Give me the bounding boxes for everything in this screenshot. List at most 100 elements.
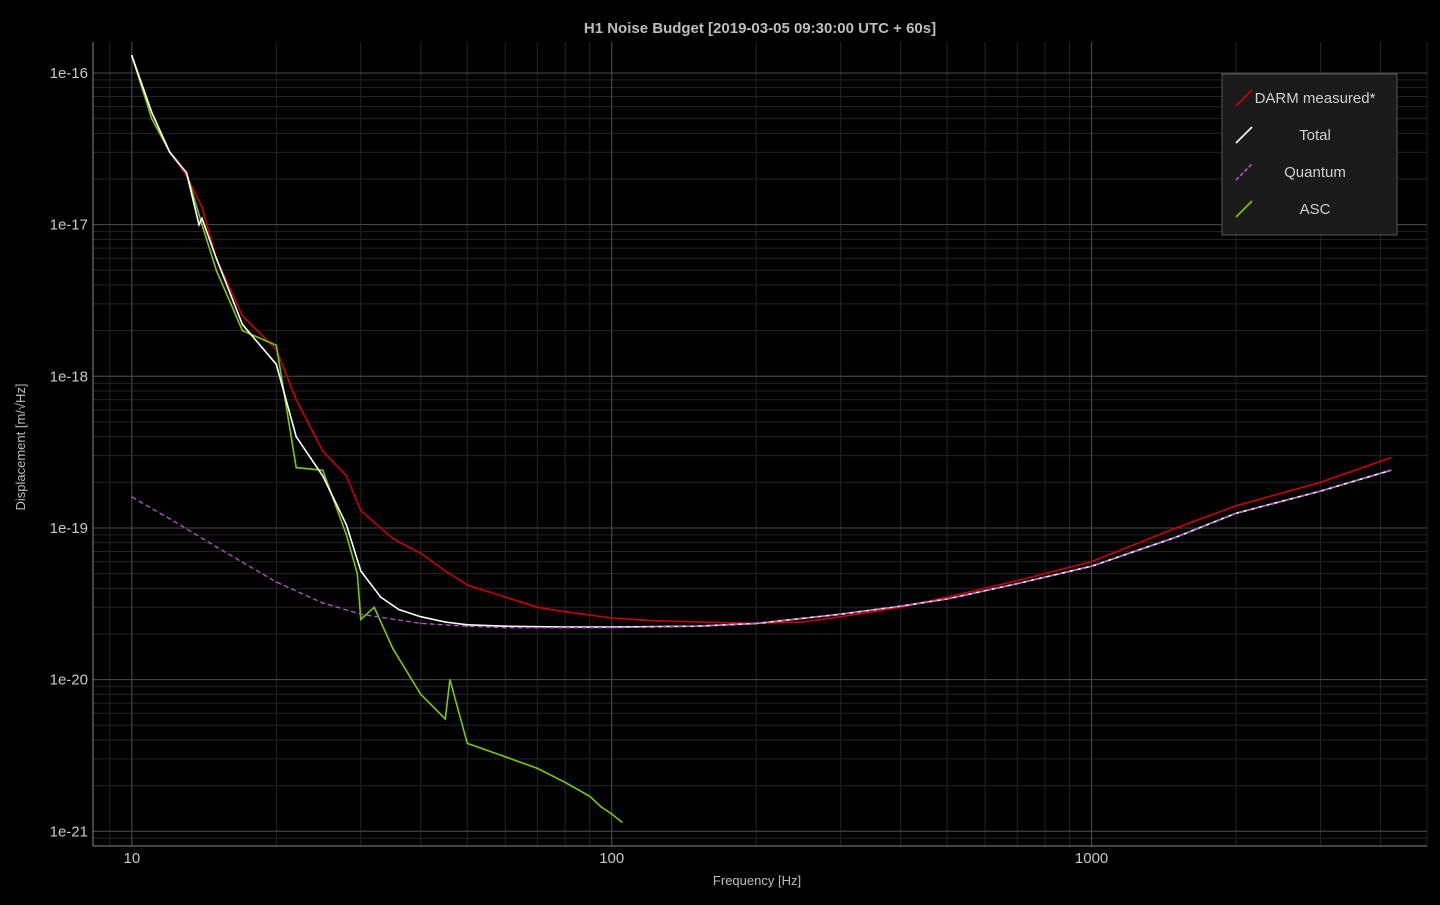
- series-point: [839, 613, 842, 616]
- series-point: [169, 151, 171, 154]
- series-point: [610, 626, 613, 629]
- series-point: [504, 755, 507, 758]
- series-point: [185, 171, 188, 174]
- x-tick-label: 100: [599, 850, 624, 867]
- series-point: [275, 581, 278, 583]
- series-point: [321, 450, 324, 453]
- noise-budget-chart: 10 100 1000 1e-21 1e-20 1e-19 1e-18 1e-17 1e-16 …: [0, 0, 1440, 900]
- series-point: [449, 678, 451, 681]
- series-point: [1235, 512, 1237, 515]
- series-point: [345, 475, 348, 477]
- x-tick-label: 10: [123, 850, 140, 867]
- series-point: [946, 596, 948, 598]
- y-tick-label: 1e-18: [50, 368, 88, 385]
- series-point: [1319, 481, 1322, 484]
- series-point: [359, 570, 362, 572]
- series-point: [419, 552, 422, 555]
- series-point: [504, 596, 507, 598]
- series-point: [755, 622, 757, 625]
- series-point: [215, 257, 218, 260]
- legend-label: ASC: [1300, 201, 1331, 218]
- series-point: [419, 622, 422, 625]
- series-point: [564, 626, 567, 629]
- series-point: [648, 619, 651, 622]
- series-point: [215, 269, 218, 272]
- series-point: [379, 596, 382, 598]
- series-point: [444, 621, 447, 623]
- series-point: [321, 475, 324, 477]
- series-point: [695, 621, 698, 623]
- series-point: [131, 54, 133, 57]
- series-point: [610, 617, 613, 619]
- series-point: [1175, 536, 1177, 538]
- series-point: [610, 813, 613, 815]
- series-point: [504, 626, 507, 629]
- series-point: [345, 523, 348, 526]
- series-point: [241, 323, 244, 326]
- y-axis-label: Displacement [m/√Hz]: [13, 383, 28, 510]
- series-point: [397, 608, 400, 611]
- series-point: [345, 534, 348, 536]
- series-point: [899, 605, 902, 607]
- series-point: [392, 647, 394, 650]
- x-axis-label: Frequency [Hz]: [713, 873, 801, 888]
- series-point: [536, 767, 539, 770]
- series-point: [621, 821, 623, 823]
- series-point: [295, 435, 297, 438]
- series-point: [201, 217, 203, 220]
- series-point: [466, 742, 469, 745]
- series-point: [1235, 505, 1237, 507]
- legend-label: Quantum: [1284, 164, 1346, 181]
- series-point: [201, 206, 203, 209]
- series-point: [1090, 560, 1093, 563]
- y-tick-label: 1e-17: [50, 217, 88, 234]
- series-point: [444, 570, 447, 572]
- series-point: [215, 546, 218, 548]
- legend: DARM measured* Total Quantum ASC: [1221, 73, 1398, 236]
- series-point: [1016, 579, 1019, 582]
- series-point: [359, 509, 362, 512]
- series-point: [359, 618, 362, 621]
- series-point: [600, 806, 602, 808]
- series-point: [198, 223, 200, 226]
- chart-svg: 10 100 10001e-211e-201e-191e-181e-171e-16 …: [0, 0, 1440, 900]
- series-point: [419, 615, 422, 618]
- chart-title: H1 Noise Budget [2019-03-05 09:30:00 UTC…: [584, 20, 936, 37]
- series-point: [564, 611, 567, 613]
- legend-item: DARM measured*: [1235, 89, 1376, 107]
- series-point: [466, 625, 469, 628]
- series-point: [275, 344, 278, 347]
- legend-label: Total: [1299, 127, 1331, 144]
- series-point: [359, 613, 362, 616]
- legend-label: DARM measured*: [1255, 90, 1376, 107]
- series-point: [356, 572, 359, 575]
- series-point: [169, 517, 171, 520]
- series-point: [419, 693, 422, 696]
- series-point: [241, 329, 244, 332]
- series-point: [275, 363, 278, 366]
- y-tick-label: 1e-20: [50, 672, 88, 689]
- series-point: [695, 625, 698, 628]
- series-point: [588, 795, 591, 798]
- series-point: [150, 111, 153, 114]
- series-point: [946, 598, 948, 600]
- series-point: [1016, 582, 1019, 585]
- series-point: [321, 602, 324, 604]
- series-point: [801, 621, 804, 623]
- series-point: [1175, 527, 1177, 529]
- series-point: [466, 623, 469, 626]
- series-point: [1090, 565, 1093, 567]
- series-point: [392, 537, 394, 540]
- series-point: [466, 584, 469, 586]
- series-point: [131, 496, 133, 498]
- x-tick-label: 1000: [1075, 850, 1108, 867]
- series-point: [373, 606, 376, 609]
- series-point: [1319, 490, 1322, 492]
- y-tick-label: 1e-16: [50, 65, 88, 82]
- series-point: [444, 718, 447, 720]
- series-point: [536, 606, 539, 609]
- series-point: [150, 117, 153, 120]
- series-point: [1389, 469, 1392, 472]
- series-point: [295, 466, 297, 469]
- series-point: [839, 615, 842, 618]
